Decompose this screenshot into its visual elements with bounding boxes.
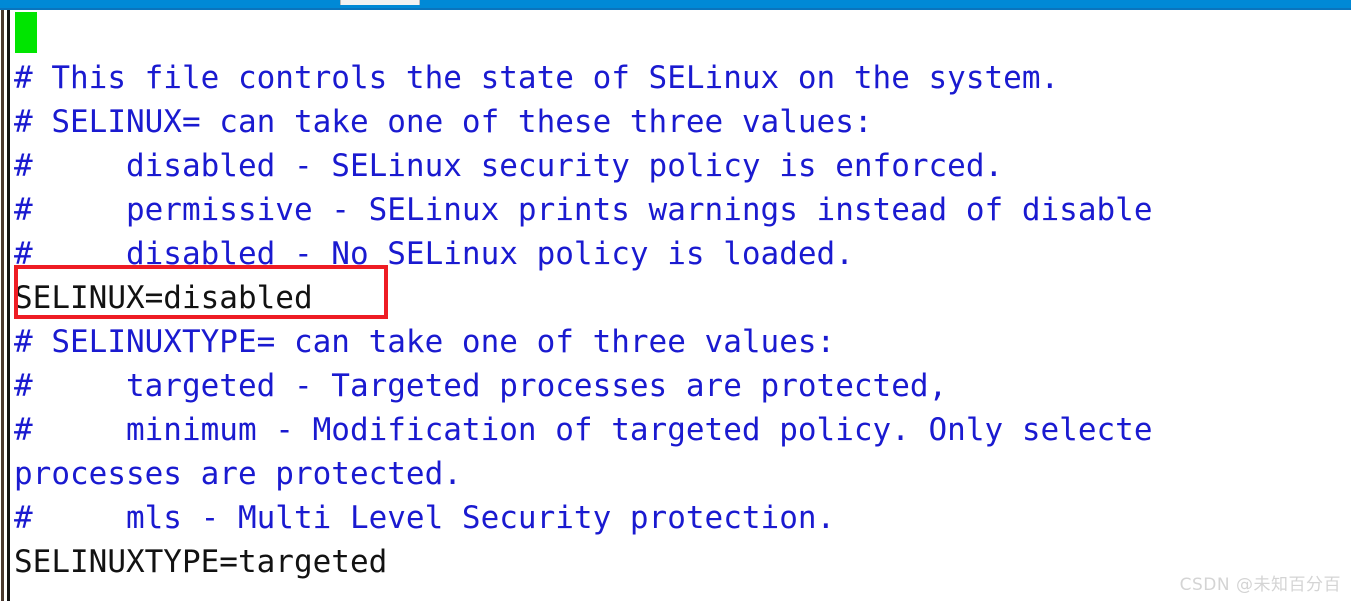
window-tab[interactable]: [340, 0, 420, 5]
window-title-bar: [0, 0, 1351, 8]
editor-line-1: # This file controls the state of SELinu…: [14, 60, 1060, 96]
screenshot-root: # This file controls the state of SELinu…: [0, 0, 1351, 601]
editor-line-11: # mls - Multi Level Security protection.: [14, 500, 836, 536]
editor-line-7: # SELINUXTYPE= can take one of three val…: [14, 324, 836, 360]
block-cursor: [15, 12, 37, 53]
terminal-left-frame-inner: [7, 10, 10, 601]
terminal-left-frame-outer: [1, 10, 4, 601]
editor-line-3: # disabled - SELinux security policy is …: [14, 148, 1004, 184]
annotation-rectangle: [14, 265, 388, 319]
editor-line-9: # minimum - Modification of targeted pol…: [14, 412, 1153, 448]
editor-line-4: # permissive - SELinux prints warnings i…: [14, 192, 1153, 228]
editor-line-selinuxtype-setting: SELINUXTYPE=targeted: [14, 544, 388, 580]
editor-line-10: processes are protected.: [14, 456, 462, 492]
editor-line-8: # targeted - Targeted processes are prot…: [14, 368, 948, 404]
watermark-label: CSDN @未知百分百: [1179, 575, 1341, 595]
editor-line-2: # SELINUX= can take one of these three v…: [14, 104, 873, 140]
